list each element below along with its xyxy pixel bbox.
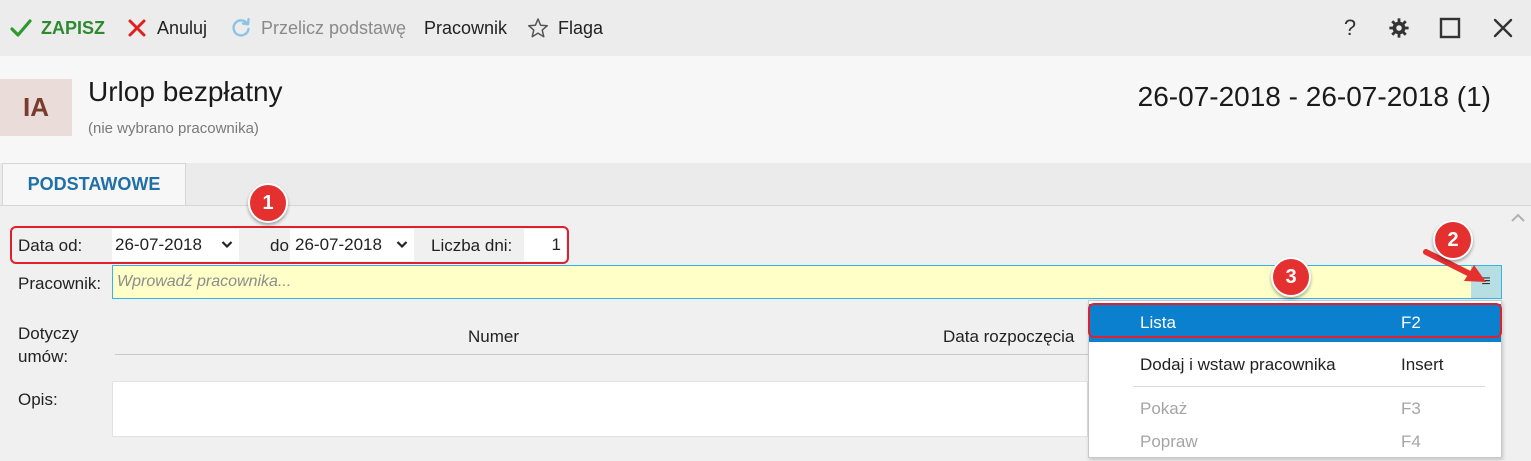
refresh-icon (230, 17, 252, 39)
date-range-summary: 26-07-2018 - 26-07-2018 (1) (1137, 81, 1491, 112)
toolbar: ZAPISZ Anuluj Przelicz podstawę Pracowni… (0, 0, 1531, 56)
menu-item-shortcut: Insert (1401, 355, 1444, 374)
contracts-label-line1: Dotyczy (18, 324, 79, 343)
contracts-label: Dotyczy umów: (18, 322, 78, 368)
cancel-button[interactable]: Anuluj (126, 16, 207, 40)
page-subtitle: (nie wybrano pracownika) (88, 120, 259, 137)
page-title: Urlop bezpłatny (88, 76, 283, 107)
annotation-badge-3: 3 (1271, 257, 1311, 297)
tab-strip: PODSTAWOWE (0, 163, 1531, 206)
maximize-button[interactable] (1436, 14, 1464, 42)
employee-menu-label: Pracownik (424, 17, 508, 38)
star-icon (527, 17, 549, 39)
record-header: IA Urlop bezpłatny (nie wybrano pracowni… (0, 56, 1531, 163)
settings-button[interactable] (1385, 14, 1413, 42)
save-label: ZAPISZ (41, 17, 106, 38)
annotation-badge-2: 2 (1433, 220, 1473, 260)
flag-button[interactable]: Flaga (527, 16, 603, 40)
tab-podstawowe[interactable]: PODSTAWOWE (2, 163, 186, 205)
menu-item-shortcut: F4 (1401, 432, 1421, 451)
gear-icon (1389, 18, 1409, 38)
help-button[interactable]: ? (1336, 14, 1364, 42)
annotation-box-dates (10, 226, 569, 264)
menu-item-edit[interactable]: Popraw F4 (1089, 423, 1501, 461)
menu-separator (1133, 386, 1485, 387)
annotation-box-lista (1088, 303, 1502, 338)
recalculate-label: Przelicz podstawę (261, 17, 407, 38)
employee-placeholder: Wprowadź pracownika... (117, 273, 292, 290)
close-button[interactable] (1489, 14, 1517, 42)
employee-menu-button[interactable]: Pracownik (424, 16, 507, 40)
description-label: Opis: (18, 390, 58, 409)
column-header-start-date[interactable]: Data rozpoczęcia (943, 327, 1074, 347)
maximize-icon (1439, 17, 1461, 39)
close-icon (1493, 18, 1513, 38)
menu-item-add-employee[interactable]: Dodaj i wstaw pracownika Insert (1089, 346, 1501, 384)
grid-header-divider (115, 354, 1088, 355)
help-icon: ? (1343, 15, 1357, 40)
contracts-label-line2: umów: (18, 347, 69, 366)
menu-item-label: Popraw (1140, 432, 1198, 451)
employee-label: Pracownik: (18, 274, 102, 293)
description-field[interactable] (112, 381, 1088, 437)
checkmark-icon (10, 17, 32, 39)
annotation-badge-1: 1 (248, 183, 288, 223)
close-x-icon (126, 17, 148, 39)
cancel-label: Anuluj (157, 17, 208, 38)
avatar: IA (0, 79, 72, 136)
recalculate-button[interactable]: Przelicz podstawę (230, 16, 406, 40)
column-header-numer[interactable]: Numer (468, 327, 519, 347)
save-button[interactable]: ZAPISZ (10, 16, 105, 40)
flag-label: Flaga (558, 17, 604, 38)
scroll-up-icon[interactable] (1511, 210, 1525, 228)
menu-item-label: Dodaj i wstaw pracownika (1140, 355, 1336, 374)
